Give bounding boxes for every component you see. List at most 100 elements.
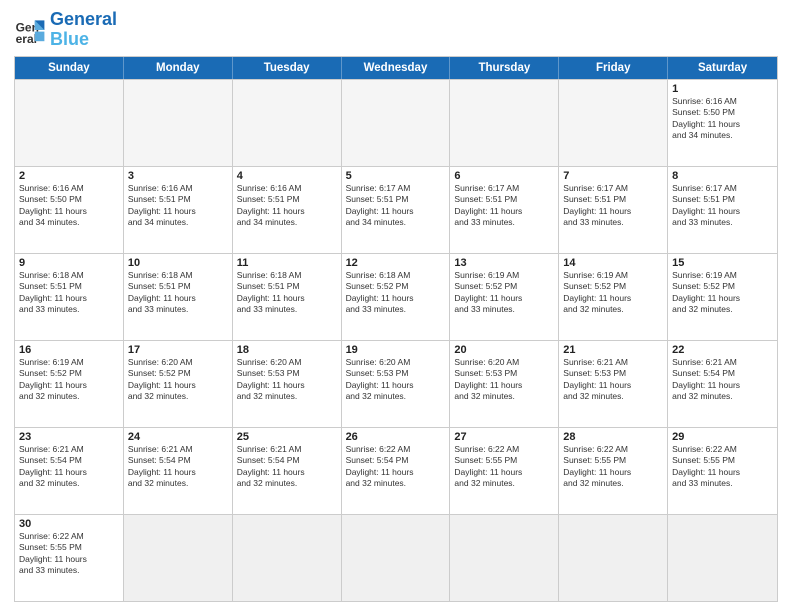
calendar-cell: 19Sunrise: 6:20 AMSunset: 5:53 PMDayligh… [342, 341, 451, 427]
calendar-row-5: 30Sunrise: 6:22 AMSunset: 5:55 PMDayligh… [15, 514, 777, 601]
day-number: 3 [128, 170, 228, 182]
header-day-tuesday: Tuesday [233, 57, 342, 79]
day-number: 15 [672, 257, 773, 269]
day-info: Sunrise: 6:20 AMSunset: 5:53 PMDaylight:… [346, 357, 446, 403]
day-number: 12 [346, 257, 446, 269]
calendar-cell: 4Sunrise: 6:16 AMSunset: 5:51 PMDaylight… [233, 167, 342, 253]
day-number: 14 [563, 257, 663, 269]
calendar-cell [342, 515, 451, 601]
header-day-sunday: Sunday [15, 57, 124, 79]
day-number: 10 [128, 257, 228, 269]
calendar-cell [559, 515, 668, 601]
day-info: Sunrise: 6:21 AMSunset: 5:54 PMDaylight:… [19, 444, 119, 490]
calendar-cell: 3Sunrise: 6:16 AMSunset: 5:51 PMDaylight… [124, 167, 233, 253]
day-number: 11 [237, 257, 337, 269]
day-info: Sunrise: 6:18 AMSunset: 5:51 PMDaylight:… [19, 270, 119, 316]
day-number: 1 [672, 83, 773, 95]
calendar-cell: 15Sunrise: 6:19 AMSunset: 5:52 PMDayligh… [668, 254, 777, 340]
day-info: Sunrise: 6:19 AMSunset: 5:52 PMDaylight:… [563, 270, 663, 316]
calendar-cell [668, 515, 777, 601]
calendar-cell: 8Sunrise: 6:17 AMSunset: 5:51 PMDaylight… [668, 167, 777, 253]
header: Gen eral GeneralBlue [14, 10, 778, 50]
day-info: Sunrise: 6:21 AMSunset: 5:53 PMDaylight:… [563, 357, 663, 403]
day-number: 26 [346, 431, 446, 443]
day-number: 28 [563, 431, 663, 443]
day-info: Sunrise: 6:22 AMSunset: 5:54 PMDaylight:… [346, 444, 446, 490]
calendar-cell: 22Sunrise: 6:21 AMSunset: 5:54 PMDayligh… [668, 341, 777, 427]
calendar-row-1: 2Sunrise: 6:16 AMSunset: 5:50 PMDaylight… [15, 166, 777, 253]
calendar-cell [233, 515, 342, 601]
day-number: 19 [346, 344, 446, 356]
day-number: 2 [19, 170, 119, 182]
calendar-cell: 30Sunrise: 6:22 AMSunset: 5:55 PMDayligh… [15, 515, 124, 601]
day-number: 27 [454, 431, 554, 443]
day-number: 22 [672, 344, 773, 356]
day-info: Sunrise: 6:19 AMSunset: 5:52 PMDaylight:… [672, 270, 773, 316]
header-day-wednesday: Wednesday [342, 57, 451, 79]
header-day-saturday: Saturday [668, 57, 777, 79]
calendar-header: SundayMondayTuesdayWednesdayThursdayFrid… [15, 57, 777, 79]
day-info: Sunrise: 6:20 AMSunset: 5:53 PMDaylight:… [237, 357, 337, 403]
day-number: 16 [19, 344, 119, 356]
day-info: Sunrise: 6:22 AMSunset: 5:55 PMDaylight:… [563, 444, 663, 490]
calendar-cell: 10Sunrise: 6:18 AMSunset: 5:51 PMDayligh… [124, 254, 233, 340]
day-info: Sunrise: 6:21 AMSunset: 5:54 PMDaylight:… [128, 444, 228, 490]
calendar-cell [342, 80, 451, 166]
day-number: 4 [237, 170, 337, 182]
day-info: Sunrise: 6:17 AMSunset: 5:51 PMDaylight:… [563, 183, 663, 229]
calendar-cell: 2Sunrise: 6:16 AMSunset: 5:50 PMDaylight… [15, 167, 124, 253]
calendar-cell: 1Sunrise: 6:16 AMSunset: 5:50 PMDaylight… [668, 80, 777, 166]
day-info: Sunrise: 6:19 AMSunset: 5:52 PMDaylight:… [19, 357, 119, 403]
day-info: Sunrise: 6:16 AMSunset: 5:51 PMDaylight:… [237, 183, 337, 229]
header-day-thursday: Thursday [450, 57, 559, 79]
day-info: Sunrise: 6:17 AMSunset: 5:51 PMDaylight:… [346, 183, 446, 229]
day-info: Sunrise: 6:20 AMSunset: 5:52 PMDaylight:… [128, 357, 228, 403]
day-number: 18 [237, 344, 337, 356]
day-number: 20 [454, 344, 554, 356]
day-number: 29 [672, 431, 773, 443]
header-day-monday: Monday [124, 57, 233, 79]
day-info: Sunrise: 6:16 AMSunset: 5:51 PMDaylight:… [128, 183, 228, 229]
calendar-cell: 26Sunrise: 6:22 AMSunset: 5:54 PMDayligh… [342, 428, 451, 514]
calendar-cell: 25Sunrise: 6:21 AMSunset: 5:54 PMDayligh… [233, 428, 342, 514]
day-number: 21 [563, 344, 663, 356]
day-info: Sunrise: 6:22 AMSunset: 5:55 PMDaylight:… [672, 444, 773, 490]
day-info: Sunrise: 6:22 AMSunset: 5:55 PMDaylight:… [19, 531, 119, 577]
calendar-cell: 18Sunrise: 6:20 AMSunset: 5:53 PMDayligh… [233, 341, 342, 427]
calendar-cell: 16Sunrise: 6:19 AMSunset: 5:52 PMDayligh… [15, 341, 124, 427]
header-day-friday: Friday [559, 57, 668, 79]
calendar-cell: 28Sunrise: 6:22 AMSunset: 5:55 PMDayligh… [559, 428, 668, 514]
calendar-cell: 11Sunrise: 6:18 AMSunset: 5:51 PMDayligh… [233, 254, 342, 340]
day-info: Sunrise: 6:16 AMSunset: 5:50 PMDaylight:… [672, 96, 773, 142]
calendar-cell: 17Sunrise: 6:20 AMSunset: 5:52 PMDayligh… [124, 341, 233, 427]
calendar-row-4: 23Sunrise: 6:21 AMSunset: 5:54 PMDayligh… [15, 427, 777, 514]
calendar-row-3: 16Sunrise: 6:19 AMSunset: 5:52 PMDayligh… [15, 340, 777, 427]
logo-text: GeneralBlue [50, 10, 117, 50]
day-number: 8 [672, 170, 773, 182]
day-number: 5 [346, 170, 446, 182]
calendar-cell: 7Sunrise: 6:17 AMSunset: 5:51 PMDaylight… [559, 167, 668, 253]
svg-text:eral: eral [16, 32, 37, 46]
calendar-cell: 20Sunrise: 6:20 AMSunset: 5:53 PMDayligh… [450, 341, 559, 427]
day-number: 6 [454, 170, 554, 182]
calendar-cell [124, 80, 233, 166]
day-number: 30 [19, 518, 119, 530]
calendar-row-2: 9Sunrise: 6:18 AMSunset: 5:51 PMDaylight… [15, 253, 777, 340]
page: Gen eral GeneralBlue SundayMondayTuesday… [0, 0, 792, 612]
calendar-cell: 14Sunrise: 6:19 AMSunset: 5:52 PMDayligh… [559, 254, 668, 340]
day-number: 25 [237, 431, 337, 443]
calendar: SundayMondayTuesdayWednesdayThursdayFrid… [14, 56, 778, 602]
day-info: Sunrise: 6:17 AMSunset: 5:51 PMDaylight:… [454, 183, 554, 229]
day-info: Sunrise: 6:21 AMSunset: 5:54 PMDaylight:… [237, 444, 337, 490]
calendar-cell: 23Sunrise: 6:21 AMSunset: 5:54 PMDayligh… [15, 428, 124, 514]
calendar-cell: 5Sunrise: 6:17 AMSunset: 5:51 PMDaylight… [342, 167, 451, 253]
day-number: 17 [128, 344, 228, 356]
day-number: 7 [563, 170, 663, 182]
logo: Gen eral GeneralBlue [14, 10, 117, 50]
day-info: Sunrise: 6:17 AMSunset: 5:51 PMDaylight:… [672, 183, 773, 229]
calendar-cell: 9Sunrise: 6:18 AMSunset: 5:51 PMDaylight… [15, 254, 124, 340]
calendar-cell: 29Sunrise: 6:22 AMSunset: 5:55 PMDayligh… [668, 428, 777, 514]
day-info: Sunrise: 6:18 AMSunset: 5:52 PMDaylight:… [346, 270, 446, 316]
calendar-cell [559, 80, 668, 166]
calendar-cell: 6Sunrise: 6:17 AMSunset: 5:51 PMDaylight… [450, 167, 559, 253]
